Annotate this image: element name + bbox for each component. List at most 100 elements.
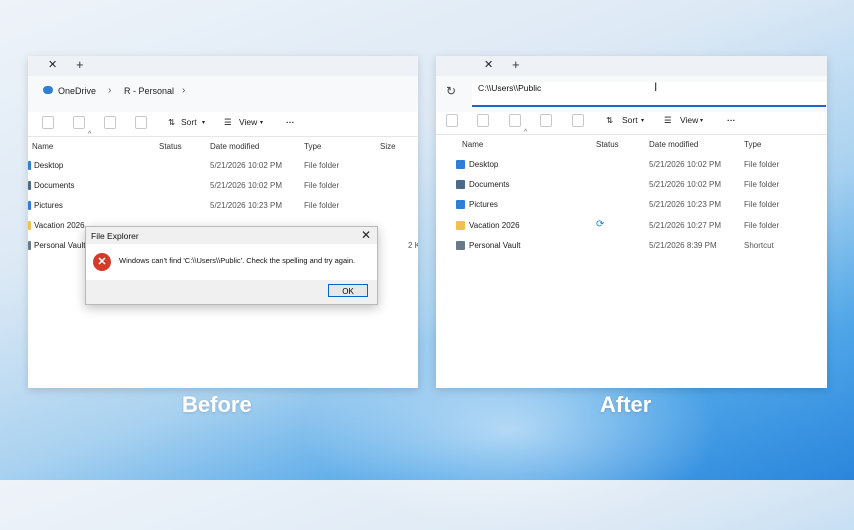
view-icon: ☰ — [224, 117, 232, 127]
divider — [436, 134, 827, 135]
new-tab-icon[interactable]: + — [512, 57, 520, 72]
chevron-right-icon: › — [108, 85, 112, 96]
dialog-close-icon[interactable]: ✕ — [361, 228, 371, 242]
file-name: Desktop — [469, 160, 499, 169]
file-type: Shortcut — [744, 241, 774, 250]
refresh-icon[interactable]: ↻ — [446, 84, 456, 98]
breadcrumb-onedrive[interactable]: OneDrive — [58, 86, 96, 96]
file-row[interactable]: Vacation 2026 ⟳ 5/21/2026 10:27 PM File … — [436, 216, 827, 236]
chevron-down-icon: ▾ — [260, 120, 264, 126]
file-name: Documents — [34, 181, 75, 190]
chevron-down-icon: ▾ — [641, 118, 645, 124]
copy-icon[interactable] — [73, 116, 85, 129]
view-button[interactable]: View — [680, 115, 698, 125]
copy-icon[interactable] — [509, 114, 521, 127]
new-icon[interactable] — [446, 114, 458, 127]
onedrive-icon — [43, 86, 53, 94]
file-name: Personal Vault — [469, 241, 521, 250]
paste-icon[interactable] — [104, 116, 116, 129]
desktop-folder-icon — [456, 160, 465, 169]
breadcrumb-personal[interactable]: R - Personal — [124, 86, 174, 96]
file-row[interactable]: Documents 5/21/2026 10:02 PM File folder — [28, 176, 418, 196]
file-row[interactable]: Documents 5/21/2026 10:02 PM File folder — [436, 175, 827, 195]
file-name: Documents — [469, 180, 510, 189]
file-name: Vacation 2026 — [469, 221, 520, 230]
vacation-folder-icon — [456, 221, 465, 230]
file-date: 5/21/2026 10:02 PM — [649, 180, 722, 189]
column-size[interactable]: Size — [380, 142, 396, 151]
file-date: 5/21/2026 10:02 PM — [649, 160, 722, 169]
column-type[interactable]: Type — [744, 140, 761, 149]
chevron-right-icon: › — [182, 85, 186, 96]
file-date: 5/21/2026 8:39 PM — [649, 241, 717, 250]
close-tab-icon[interactable]: ✕ — [48, 58, 57, 71]
after-caption: After — [600, 392, 652, 417]
column-date-modified[interactable]: Date modified — [210, 142, 259, 151]
sort-icon: ⇅ — [606, 115, 614, 125]
cut-icon[interactable] — [42, 116, 54, 129]
file-date: 5/21/2026 10:23 PM — [210, 201, 283, 210]
file-type: File folder — [744, 180, 780, 189]
column-name[interactable]: Name — [32, 142, 53, 151]
sort-button[interactable]: Sort — [181, 117, 197, 127]
sync-status-icon: ⟳ — [596, 219, 605, 230]
delete-icon[interactable] — [135, 116, 147, 129]
chevron-down-icon: ▾ — [700, 118, 704, 124]
more-options-button[interactable]: ··· — [727, 115, 736, 125]
file-type: File folder — [744, 221, 780, 230]
dialog-body: ✕ Windows can't find 'C:\\Users\\Public'… — [86, 244, 377, 280]
delete-icon[interactable] — [572, 114, 584, 127]
more-options-button[interactable]: ··· — [286, 117, 295, 127]
file-type: File folder — [304, 201, 340, 210]
file-name: Pictures — [34, 201, 63, 210]
column-date-modified[interactable]: Date modified — [649, 140, 698, 149]
file-row[interactable]: Pictures 5/21/2026 10:23 PM File folder — [436, 195, 827, 215]
command-bar: ⇅ Sort ▾ ☰ View ▾ ··· — [436, 106, 827, 136]
error-icon: ✕ — [93, 253, 111, 271]
file-row[interactable]: Pictures 5/21/2026 10:23 PM File folder — [28, 196, 418, 216]
dialog-title: File Explorer — [91, 231, 139, 241]
vault-shortcut-icon — [456, 241, 465, 250]
file-name: Desktop — [34, 161, 64, 170]
file-type: File folder — [304, 161, 340, 170]
cut-icon[interactable] — [477, 114, 489, 127]
documents-folder-icon — [28, 181, 31, 190]
file-row[interactable]: Personal Vault 5/21/2026 8:39 PM Shortcu… — [436, 236, 827, 256]
file-row[interactable]: Desktop 5/21/2026 10:02 PM File folder — [436, 155, 827, 175]
file-row[interactable]: Desktop 5/21/2026 10:02 PM File folder — [28, 156, 418, 176]
divider — [28, 136, 418, 137]
sort-button[interactable]: Sort — [622, 115, 638, 125]
close-tab-icon[interactable]: ✕ — [484, 58, 493, 71]
ok-button[interactable]: OK — [328, 284, 368, 297]
new-tab-icon[interactable]: + — [76, 57, 84, 72]
sort-indicator-icon: ^ — [88, 131, 92, 138]
before-explorer-window: ✕ + OneDrive › R - Personal › ⇅ Sort ▾ ☰… — [28, 56, 418, 388]
address-input[interactable] — [478, 83, 678, 93]
file-type: File folder — [744, 160, 780, 169]
paste-icon[interactable] — [540, 114, 552, 127]
file-size: 2 K — [408, 241, 418, 250]
column-status[interactable]: Status — [596, 140, 619, 149]
sort-icon: ⇅ — [168, 117, 176, 127]
file-date: 5/21/2026 10:02 PM — [210, 181, 283, 190]
column-type[interactable]: Type — [304, 142, 321, 151]
view-button[interactable]: View — [239, 117, 257, 127]
column-status[interactable]: Status — [159, 142, 182, 151]
chevron-down-icon: ▾ — [202, 120, 206, 126]
dialog-message: Windows can't find 'C:\\Users\\Public'. … — [119, 256, 356, 265]
file-name: Pictures — [469, 200, 498, 209]
file-name: Vacation 2026 — [34, 221, 85, 230]
address-bar[interactable]: OneDrive › R - Personal › — [28, 76, 418, 112]
column-name[interactable]: Name — [462, 140, 483, 149]
file-type: File folder — [304, 181, 340, 190]
error-dialog: File Explorer ✕ ✕ Windows can't find 'C:… — [85, 226, 378, 305]
before-caption: Before — [182, 392, 252, 417]
vacation-folder-icon — [28, 221, 31, 230]
documents-folder-icon — [456, 180, 465, 189]
view-icon: ☰ — [664, 115, 672, 125]
file-date: 5/21/2026 10:27 PM — [649, 221, 722, 230]
file-name: Personal Vault — [34, 241, 86, 250]
text-cursor-icon: I — [654, 80, 658, 94]
vault-shortcut-icon — [28, 241, 31, 250]
tab-strip: ✕ + — [28, 56, 418, 76]
